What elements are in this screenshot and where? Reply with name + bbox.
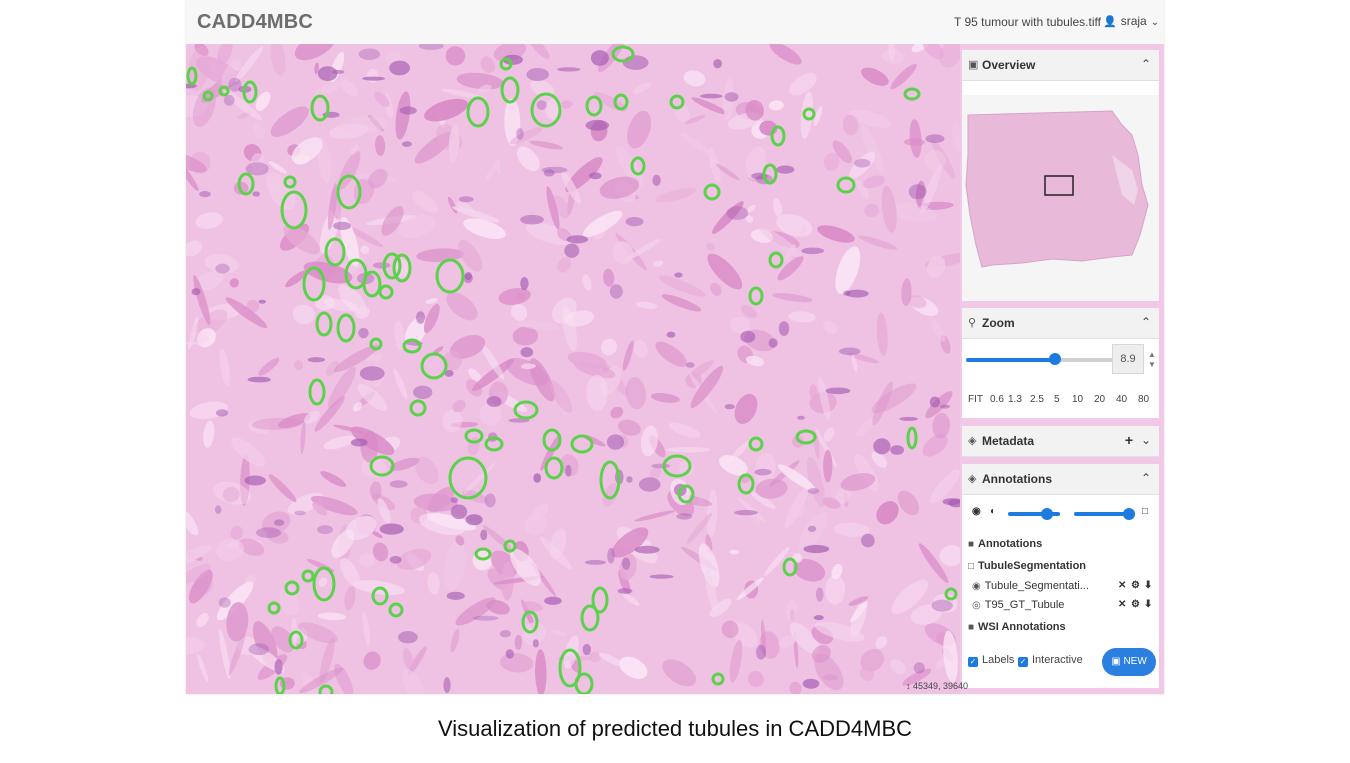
tree-folder-annotations[interactable]: ■ Annotations <box>968 538 1042 550</box>
delete-icon[interactable]: ✕ <box>1118 599 1126 610</box>
figure-caption: Visualization of predicted tubules in CA… <box>437 716 913 741</box>
folder-icon: ■ <box>968 622 975 633</box>
add-metadata-icon[interactable]: + <box>1125 432 1133 448</box>
plus-square-icon: ▣ <box>1111 656 1124 667</box>
download-icon[interactable]: ⬇ <box>1144 580 1152 591</box>
current-filename: T 95 tumour with tubules.tiff <box>954 15 1101 29</box>
user-icon: 👤 <box>1103 16 1117 28</box>
tree-folder-wsi-annotations[interactable]: ■ WSI Annotations <box>968 621 1066 633</box>
user-menu[interactable]: 👤 sraja ⌄ <box>1103 14 1159 28</box>
zoom-icon: ⚲ <box>968 317 977 329</box>
chevron-up-icon[interactable]: ⌃ <box>1141 57 1151 71</box>
zoom-header[interactable]: ⚲ Zoom ⌃ <box>962 308 1159 339</box>
opacity-slider-handle[interactable] <box>1041 508 1053 520</box>
chevron-down-icon: ⌄ <box>1150 17 1160 28</box>
zoom-decrement-icon[interactable]: ▼ <box>1148 360 1156 369</box>
zoom-level-0-6[interactable]: 0.6 <box>990 394 1004 405</box>
annotations-panel: ◈ Annotations ⌃ ◉ ◐ □ ■ Annotations □ Tubu… <box>962 464 1159 688</box>
gear-icon[interactable]: ⚙ <box>1131 580 1140 591</box>
chevron-up-icon[interactable]: ⌃ <box>1141 471 1151 485</box>
brand-logo[interactable]: CADD4MBC <box>197 11 313 34</box>
username: sraja <box>1120 14 1147 28</box>
cursor-coordinates: ↕ 45349, 39640 <box>906 681 969 691</box>
annotations-header[interactable]: ◈ Annotations ⌃ <box>962 464 1159 495</box>
eye-slash-icon[interactable]: ◎ <box>972 600 981 611</box>
select-region-icon[interactable]: □ <box>1142 506 1148 517</box>
zoom-value-field[interactable]: 8.9 <box>1112 344 1144 374</box>
interactive-checkbox[interactable]: ✓ Interactive <box>1018 654 1083 667</box>
gear-icon[interactable]: ⚙ <box>1131 599 1140 610</box>
tree-item-t95-gt-tubule[interactable]: ◎ T95_GT_Tubule <box>972 599 1064 611</box>
zoom-level-fit[interactable]: FIT <box>968 394 983 405</box>
zoom-level-2-5[interactable]: 2.5 <box>1030 394 1044 405</box>
metadata-title: Metadata <box>982 434 1035 448</box>
checkbox-checked-icon: ✓ <box>968 657 978 667</box>
eye-icon[interactable]: ◉ <box>972 506 981 517</box>
image-icon: ▣ <box>968 59 979 71</box>
download-icon[interactable]: ⬇ <box>1144 599 1152 610</box>
tree-item-tubule-segmentation[interactable]: ◉ Tubule_Segmentati... <box>972 580 1089 592</box>
zoom-level-5[interactable]: 5 <box>1054 394 1060 405</box>
tissue-image[interactable] <box>186 44 960 694</box>
eye-icon[interactable]: ◉ <box>972 581 981 592</box>
zoom-slider[interactable] <box>966 358 1114 362</box>
tree-folder-tubulesegmentation[interactable]: □ TubuleSegmentation <box>968 560 1086 572</box>
overview-panel: ▣ Overview ⌃ <box>962 50 1159 301</box>
annotations-title: Annotations <box>982 472 1052 486</box>
top-bar: CADD4MBC T 95 tumour with tubules.tiff 👤… <box>186 0 1164 45</box>
zoom-level-40[interactable]: 40 <box>1116 394 1127 405</box>
new-annotation-button[interactable]: ▣ NEW <box>1102 648 1156 676</box>
zoom-level-80[interactable]: 80 <box>1138 394 1149 405</box>
chevron-up-icon[interactable]: ⌃ <box>1141 315 1151 329</box>
zoom-slider-handle[interactable] <box>1048 353 1061 365</box>
overview-thumbnail[interactable] <box>962 95 1159 301</box>
overview-title: Overview <box>982 58 1036 72</box>
tag-icon: ◈ <box>968 473 977 485</box>
slide-viewer[interactable] <box>186 44 960 694</box>
zoom-level-10[interactable]: 10 <box>1072 394 1083 405</box>
zoom-level-20[interactable]: 20 <box>1094 394 1105 405</box>
zoom-title: Zoom <box>982 316 1015 330</box>
tag-icon: ◈ <box>968 435 977 447</box>
stroke-slider-handle[interactable] <box>1123 508 1136 520</box>
zoom-panel: ⚲ Zoom ⌃ 8.9 ▲ ▼ FIT 0.6 1.3 2.5 5 10 20 40 80 <box>962 308 1159 418</box>
sidebar: ▣ Overview ⌃ ⚲ Zoom ⌃ 8.9 ▲ ▼ FIT 0.6 1.… <box>960 44 1164 694</box>
checkbox-checked-icon: ✓ <box>1018 657 1028 667</box>
zoom-slider-fill <box>966 358 1055 362</box>
delete-icon[interactable]: ✕ <box>1118 580 1126 591</box>
metadata-panel: ◈ Metadata + ⌄ <box>962 426 1159 457</box>
fill-toggle-icon[interactable]: ◐ <box>990 506 996 517</box>
folder-icon: ■ <box>968 539 975 550</box>
metadata-header[interactable]: ◈ Metadata + ⌄ <box>962 426 1159 457</box>
folder-open-icon: □ <box>968 561 975 572</box>
overview-header[interactable]: ▣ Overview ⌃ <box>962 50 1159 81</box>
chevron-down-icon[interactable]: ⌄ <box>1141 433 1151 447</box>
app-window: CADD4MBC T 95 tumour with tubules.tiff 👤… <box>186 0 1164 694</box>
labels-checkbox[interactable]: ✓ Labels <box>968 654 1014 667</box>
zoom-increment-icon[interactable]: ▲ <box>1148 350 1156 359</box>
zoom-level-1-3[interactable]: 1.3 <box>1008 394 1022 405</box>
